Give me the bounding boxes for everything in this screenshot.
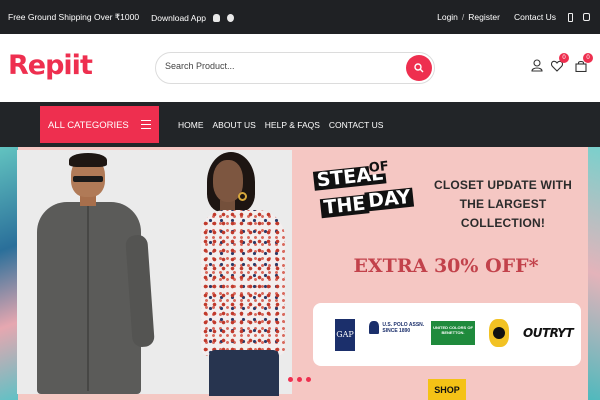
uspa-logo: U.S. POLO ASSN. SINCE 1890: [369, 321, 424, 334]
closet-line-1: CLOSET UPDATE WITH: [433, 178, 573, 192]
slider-dots: [288, 377, 315, 382]
wishlist-count-badge: 0: [559, 53, 569, 63]
slider-dot[interactable]: [306, 377, 311, 382]
search-icon: [414, 63, 424, 73]
models-photo: [17, 150, 292, 396]
all-categories-button[interactable]: ALL CATEGORIES: [40, 106, 159, 143]
top-bar-right: Login / Register Contact Us: [437, 12, 590, 22]
download-app-link[interactable]: Download App: [151, 13, 206, 23]
menu-icon: [141, 120, 151, 132]
outryt-logo: OUTRYT: [523, 326, 574, 340]
bag-icon[interactable]: [583, 13, 590, 21]
closet-update-heading: CLOSET UPDATE WITH THE LARGEST COLLECTIO…: [418, 176, 588, 233]
brand-logos-panel: GAP U.S. POLO ASSN. SINCE 1890 UNITED CO…: [313, 303, 581, 366]
top-bar-left: Free Ground Shipping Over ₹1000 Download…: [8, 12, 234, 23]
nav-help[interactable]: HELP & FAQS: [265, 120, 320, 130]
top-bar: Free Ground Shipping Over ₹1000 Download…: [0, 0, 600, 34]
account-button[interactable]: [531, 59, 543, 77]
login-link[interactable]: Login: [437, 12, 458, 22]
slider-dot[interactable]: [297, 377, 302, 382]
bee-logo: [489, 319, 509, 347]
printed-blouse: [201, 210, 285, 356]
cart-button[interactable]: 0: [575, 53, 593, 77]
contact-link[interactable]: Contact Us: [514, 12, 556, 22]
search-button[interactable]: [406, 55, 432, 81]
nav-contact[interactable]: CONTACT US: [329, 120, 383, 130]
user-icon: [531, 59, 543, 72]
main-nav: ALL CATEGORIES HOME ABOUT US HELP & FAQS…: [0, 102, 600, 147]
site-logo[interactable]: Repiit: [8, 50, 93, 81]
nav-home[interactable]: HOME: [178, 120, 204, 130]
hero-banner[interactable]: STEAL OF THE DAY CLOSET UPDATE WITH THE …: [0, 147, 600, 400]
uspa-since: SINCE 1890: [382, 327, 411, 334]
shipping-notice: Free Ground Shipping Over ₹1000: [8, 12, 140, 22]
of-word: OF: [368, 158, 390, 176]
the-word: THE: [319, 193, 370, 219]
logo-text: Repiit: [8, 50, 93, 81]
polo-horse-icon: [369, 321, 379, 334]
slider-dot[interactable]: [288, 377, 293, 382]
benetton-logo: UNITED COLORS OF BENETTON.: [431, 321, 475, 345]
earring: [238, 192, 247, 201]
nav-links: HOME ABOUT US HELP & FAQS CONTACT US: [178, 120, 392, 130]
android-icon[interactable]: [212, 13, 220, 22]
day-word: DAY: [364, 186, 415, 212]
all-categories-label: ALL CATEGORIES: [48, 120, 129, 131]
wishlist-button[interactable]: 0: [550, 53, 569, 77]
login-divider: /: [461, 12, 465, 22]
closet-line-2: THE LARGEST COLLECTION!: [459, 197, 547, 230]
mobile-icon[interactable]: [568, 12, 573, 22]
site-header: Repiit 0 0: [0, 34, 600, 102]
sunglasses: [73, 176, 103, 182]
gap-logo: GAP: [335, 319, 355, 351]
register-link[interactable]: Register: [468, 12, 500, 22]
banner-decoration-left: [0, 147, 18, 400]
search-bar: [155, 52, 435, 84]
offer-text: EXTRA 30% OFF*: [353, 255, 539, 277]
shop-button[interactable]: SHOP: [428, 379, 466, 400]
nav-about[interactable]: ABOUT US: [213, 120, 256, 130]
apple-icon[interactable]: [226, 13, 234, 22]
steal-of-the-day-badge: STEAL OF THE DAY: [310, 156, 415, 241]
cart-count-badge: 0: [583, 53, 593, 63]
search-input[interactable]: [165, 61, 405, 71]
